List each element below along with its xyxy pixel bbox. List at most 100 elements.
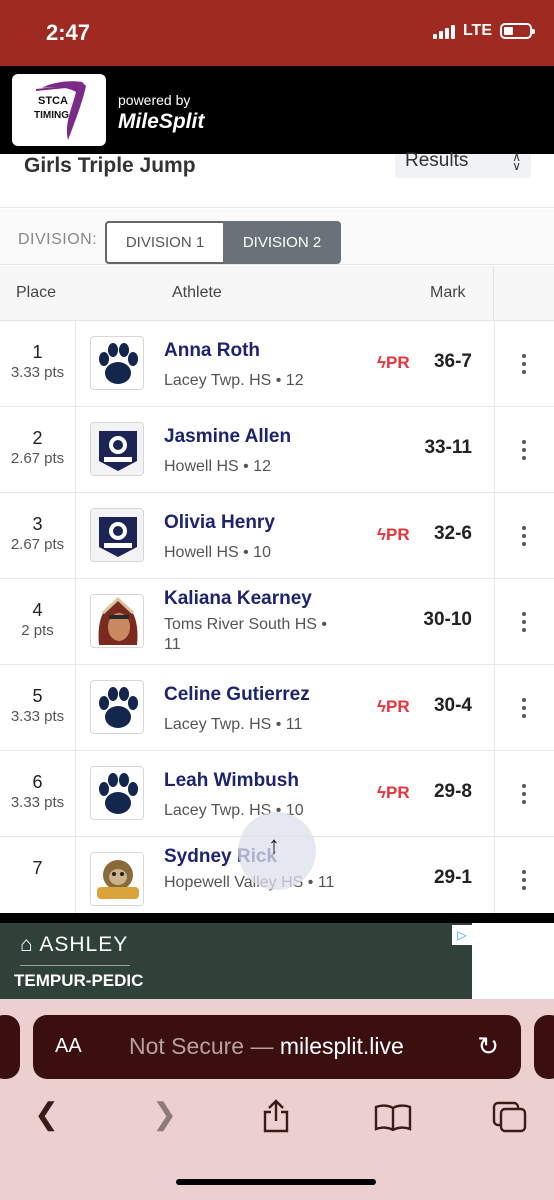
event-header: Girls Triple Jump Results ∧ ∨ bbox=[0, 150, 554, 208]
results-select-label: Results bbox=[405, 150, 469, 171]
place-points: 2 pts bbox=[21, 622, 54, 639]
table-row[interactable]: 4 2 pts Kaliana Kearney Toms River South HS… bbox=[0, 579, 554, 665]
powered-by-text: powered by bbox=[118, 92, 191, 108]
place-cell: 7 bbox=[0, 837, 76, 923]
ad-divider-line bbox=[20, 965, 130, 966]
pr-badge-label: PR bbox=[386, 697, 410, 716]
network-label: LTE bbox=[462, 22, 492, 39]
athlete-school: Lacey Twp. HS • 11 bbox=[164, 716, 303, 733]
previous-tab-peek[interactable] bbox=[0, 1015, 20, 1079]
status-bar: 2:47 LTE bbox=[0, 0, 554, 66]
pr-badge-label: PR bbox=[386, 783, 410, 802]
bookmarks-icon[interactable] bbox=[374, 1103, 412, 1131]
school-logo bbox=[90, 422, 144, 476]
tabs-icon[interactable] bbox=[492, 1101, 528, 1133]
more-options-button[interactable] bbox=[494, 493, 554, 579]
reload-icon[interactable]: ↻ bbox=[477, 1031, 499, 1062]
division-2-button[interactable]: DIVISION 2 bbox=[223, 221, 341, 264]
school-logo bbox=[90, 508, 144, 562]
pr-badge: ϟPR bbox=[377, 783, 410, 803]
url-domain: milesplit.live bbox=[279, 1033, 404, 1059]
table-row[interactable]: 1 3.33 pts Anna Roth Lacey Twp. HS • 12 ϟPR 3… bbox=[0, 321, 554, 407]
kebab-menu-icon bbox=[522, 526, 526, 550]
place-number: 1 bbox=[32, 342, 43, 362]
place-cell: 3 2.67 pts bbox=[0, 493, 76, 579]
school-logo bbox=[90, 680, 144, 734]
ad-divider bbox=[0, 913, 554, 923]
athlete-name-link[interactable]: Olivia Henry bbox=[164, 512, 275, 534]
athlete-name-link[interactable]: Anna Roth bbox=[164, 340, 260, 362]
signal-icon bbox=[432, 23, 455, 39]
ad-brand-tempur: TEMPUR-PEDIC bbox=[14, 971, 144, 990]
place-points: 3.33 pts bbox=[10, 794, 65, 811]
kebab-menu-icon bbox=[522, 870, 526, 894]
more-options-button[interactable] bbox=[494, 837, 554, 923]
forward-button[interactable]: ❯ bbox=[152, 1097, 177, 1132]
athlete-school: Howell HS • 10 bbox=[164, 544, 271, 561]
division-selector: DIVISION: DIVISION 1 DIVISION 2 bbox=[0, 209, 554, 265]
athlete-school: Howell HS • 12 bbox=[164, 458, 271, 475]
place-number: 5 bbox=[32, 686, 43, 706]
ad-banner[interactable]: ⌂ ASHLEY TEMPUR-PEDIC bbox=[0, 923, 472, 999]
share-icon[interactable] bbox=[262, 1099, 290, 1133]
lightning-icon: ϟ bbox=[377, 697, 386, 716]
browser-toolbar: AA Not Secure — milesplit.live ↻ ❮ ❯ bbox=[0, 999, 554, 1200]
milesplit-logo[interactable]: MileSplit bbox=[118, 110, 204, 134]
logo-line2: TIMING bbox=[34, 110, 69, 121]
place-number: 6 bbox=[32, 772, 43, 792]
athlete-name-link[interactable]: Jasmine Allen bbox=[164, 426, 291, 448]
more-options-button[interactable] bbox=[494, 579, 554, 665]
table-row[interactable]: 5 3.33 pts Celine Gutierrez Lacey Twp. HS •… bbox=[0, 665, 554, 751]
reader-options-button[interactable]: AA bbox=[55, 1035, 82, 1058]
more-options-button[interactable] bbox=[494, 751, 554, 837]
mark-value: 30-4 bbox=[433, 695, 472, 716]
division-label: DIVISION: bbox=[18, 231, 98, 248]
pr-badge: ϟPR bbox=[377, 353, 410, 373]
chevron-up-down-icon: ∧ ∨ bbox=[512, 150, 521, 173]
next-tab-peek[interactable] bbox=[534, 1015, 554, 1079]
division-1-button[interactable]: DIVISION 1 bbox=[105, 221, 223, 264]
athlete-name-link[interactable]: Leah Wimbush bbox=[164, 770, 299, 792]
header-mark: Mark bbox=[430, 284, 466, 301]
status-indicators: LTE bbox=[432, 22, 535, 40]
place-number: 3 bbox=[32, 514, 43, 534]
lightning-icon: ϟ bbox=[377, 525, 386, 544]
address-bar[interactable]: AA Not Secure — milesplit.live ↻ bbox=[33, 1015, 521, 1079]
place-cell: 2 2.67 pts bbox=[0, 407, 76, 493]
scroll-to-top-button[interactable]: ↑ bbox=[238, 812, 316, 890]
home-indicator bbox=[176, 1179, 376, 1185]
kebab-menu-icon bbox=[522, 698, 526, 722]
mark-value: 29-8 bbox=[433, 781, 472, 802]
url-text: Not Secure — milesplit.live bbox=[129, 1033, 404, 1060]
adchoices-icon[interactable]: ▷ bbox=[452, 925, 472, 945]
url-security-label: Not Secure — bbox=[129, 1033, 280, 1059]
logo-line1: STCA bbox=[38, 95, 68, 107]
place-number: 4 bbox=[32, 600, 43, 620]
athlete-school: Lacey Twp. HS • 12 bbox=[164, 372, 304, 389]
athlete-school: Toms River South HS • 11 bbox=[164, 616, 327, 653]
lightning-icon: ϟ bbox=[377, 353, 386, 372]
battery-icon bbox=[500, 23, 535, 39]
kebab-menu-icon bbox=[522, 784, 526, 808]
results-select[interactable]: Results ∧ ∨ bbox=[395, 150, 531, 178]
pr-badge-label: PR bbox=[386, 353, 410, 372]
more-options-button[interactable] bbox=[494, 407, 554, 493]
place-cell: 5 3.33 pts bbox=[0, 665, 76, 751]
header-place: Place bbox=[16, 284, 57, 301]
place-number: 7 bbox=[32, 858, 43, 878]
kebab-menu-icon bbox=[522, 440, 526, 464]
more-options-button[interactable] bbox=[494, 321, 554, 407]
lightning-icon: ϟ bbox=[377, 783, 386, 802]
place-points: 3.33 pts bbox=[10, 364, 65, 381]
table-row[interactable]: 2 2.67 pts Jasmine Allen Howell HS • 12 33-1… bbox=[0, 407, 554, 493]
back-button[interactable]: ❮ bbox=[34, 1097, 59, 1132]
athlete-name-link[interactable]: Celine Gutierrez bbox=[164, 684, 310, 706]
mark-value: 36-7 bbox=[433, 351, 472, 372]
status-time: 2:47 bbox=[46, 20, 91, 45]
mark-value: 29-1 bbox=[433, 867, 472, 888]
stca-timing-logo[interactable]: STCA TIMING bbox=[12, 74, 106, 146]
more-options-button[interactable] bbox=[494, 665, 554, 751]
table-row[interactable]: 3 2.67 pts Olivia Henry Howell HS • 10 ϟPR 32… bbox=[0, 493, 554, 579]
header-athlete: Athlete bbox=[172, 284, 222, 301]
athlete-name-link[interactable]: Kaliana Kearney bbox=[164, 588, 312, 610]
